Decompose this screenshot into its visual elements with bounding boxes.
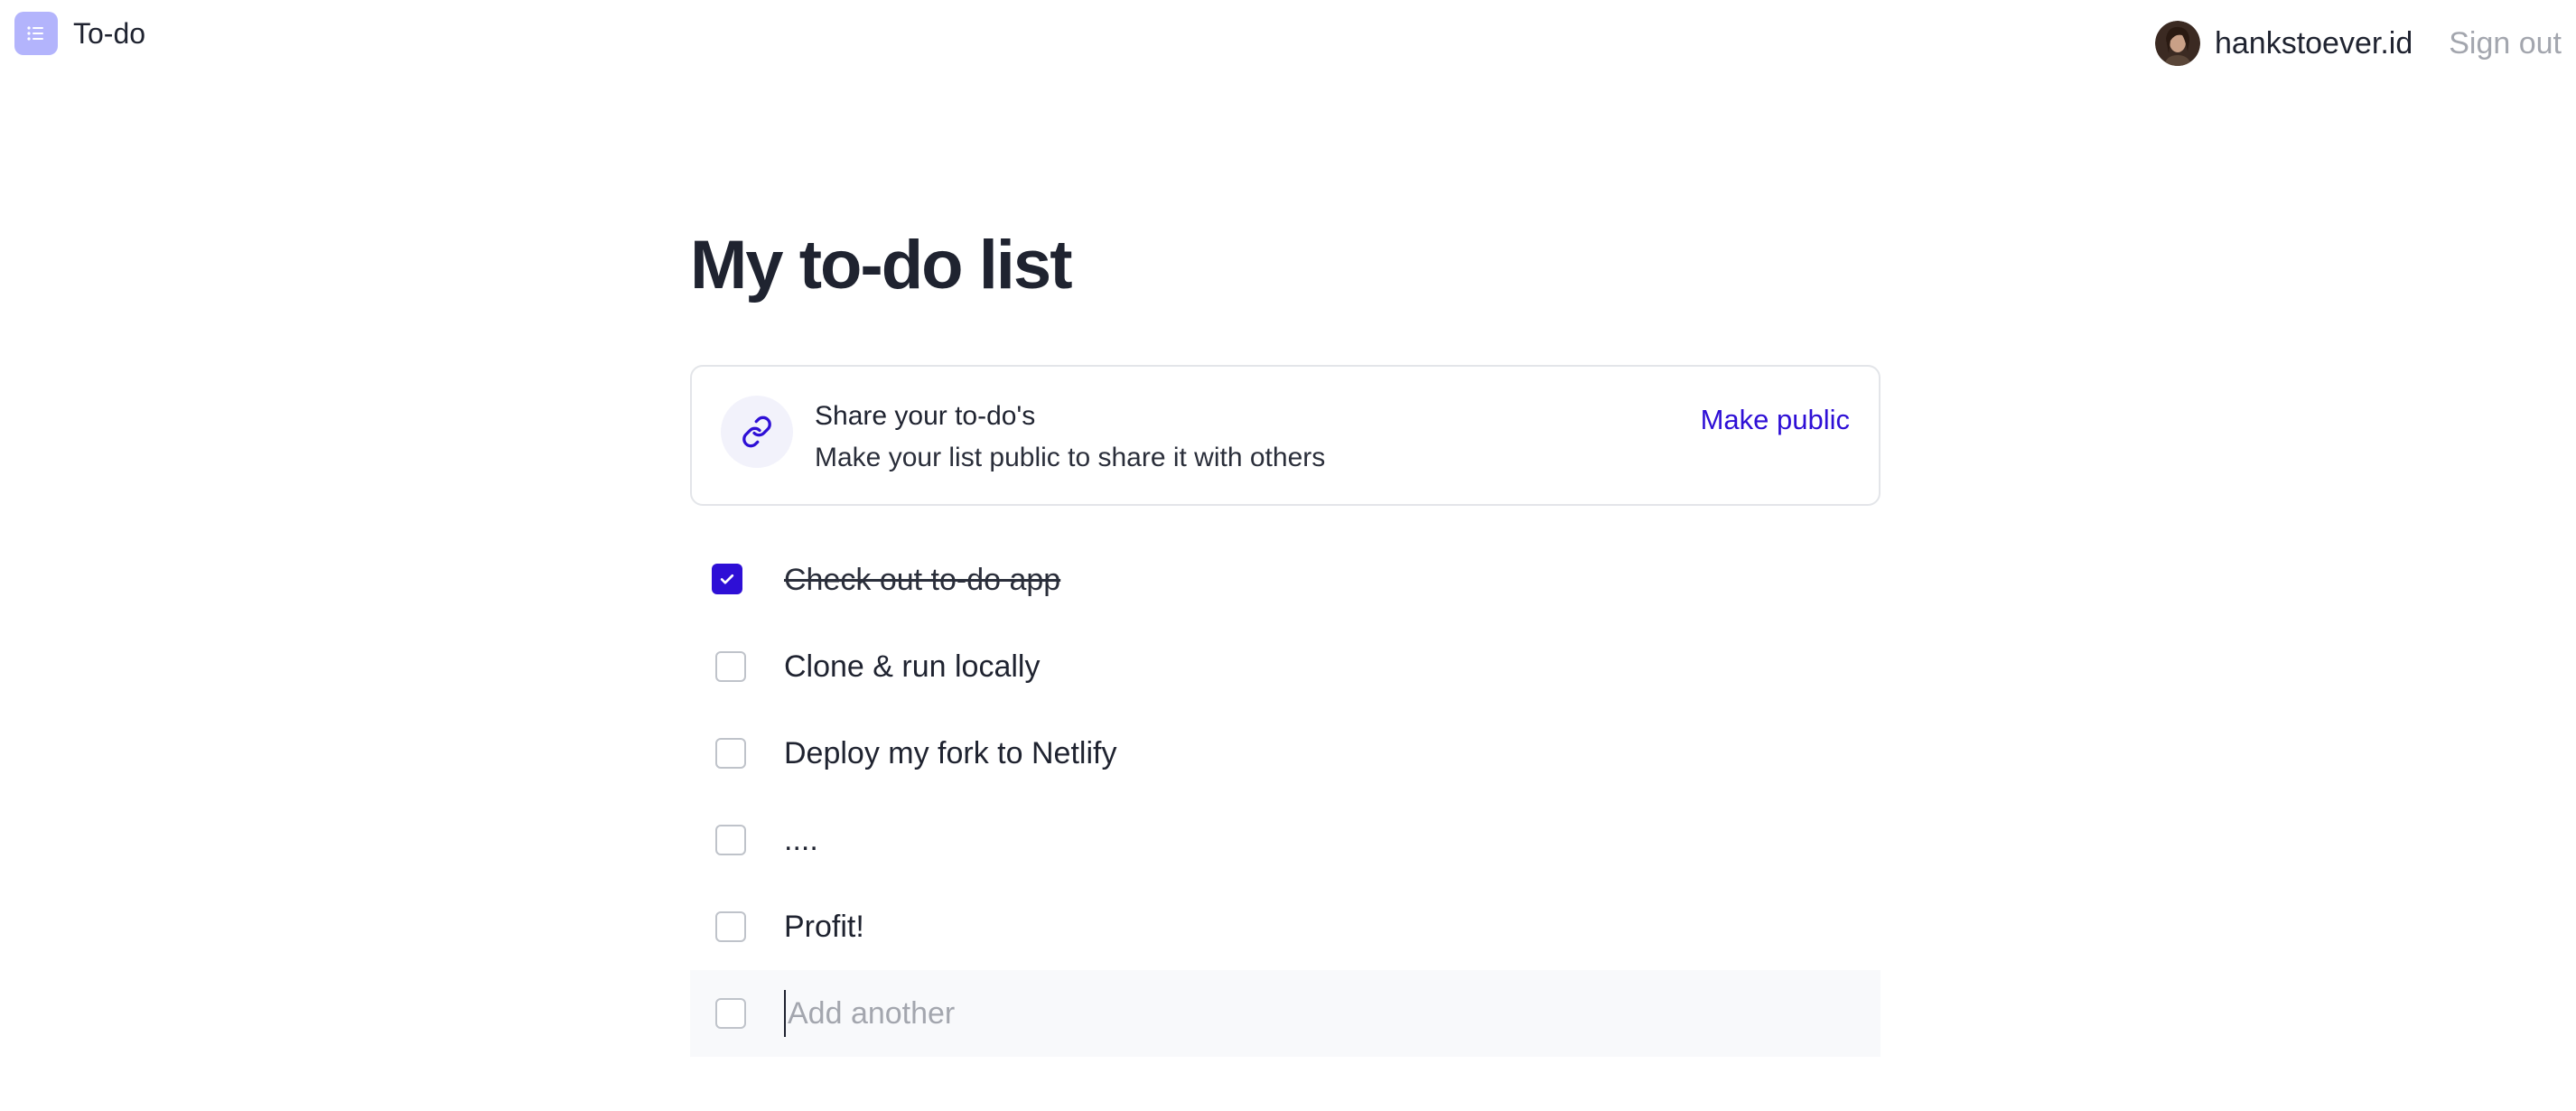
todo-checkbox[interactable] (715, 911, 746, 942)
username[interactable]: hankstoever.id (2215, 26, 2413, 61)
share-card: Share your to-do's Make your list public… (690, 365, 1881, 506)
list-icon (27, 26, 43, 41)
share-card-title: Share your to-do's (815, 401, 1036, 431)
sign-out-button[interactable]: Sign out (2449, 26, 2562, 61)
todo-item: Clone & run locally (690, 623, 1881, 710)
share-icon-circle (721, 396, 793, 468)
add-todo-row (690, 970, 1881, 1057)
app-title[interactable]: To-do (73, 14, 145, 52)
add-todo-checkbox[interactable] (715, 998, 746, 1029)
todo-checkbox[interactable] (715, 651, 746, 682)
todo-text[interactable]: Check out to-do app (784, 560, 1060, 600)
todo-checkbox[interactable] (715, 825, 746, 855)
user-avatar-icon (2154, 21, 2200, 66)
user-area: hankstoever.id Sign out (2154, 20, 2562, 67)
todo-checkbox[interactable] (715, 738, 746, 769)
check-icon (720, 574, 734, 584)
page-title: My to-do list (690, 227, 1073, 303)
link-icon (742, 415, 771, 448)
add-todo-input[interactable] (784, 990, 1826, 1037)
app-logo[interactable] (14, 12, 58, 55)
todo-item: Profit! (690, 883, 1881, 970)
todo-list: Check out to-do app Clone & run locally … (690, 537, 1881, 1057)
make-public-button[interactable]: Make public (1701, 403, 1850, 437)
todo-text[interactable]: .... (784, 820, 818, 860)
share-card-description: Make your list public to share it with o… (815, 443, 1326, 472)
todo-text[interactable]: Profit! (784, 907, 864, 947)
avatar[interactable] (2154, 21, 2200, 66)
todo-item: Check out to-do app (690, 537, 1881, 623)
todo-item: .... (690, 797, 1881, 883)
todo-text[interactable]: Deploy my fork to Netlify (784, 733, 1116, 773)
todo-text[interactable]: Clone & run locally (784, 647, 1040, 686)
todo-checkbox-checked[interactable] (712, 564, 742, 594)
todo-item: Deploy my fork to Netlify (690, 710, 1881, 797)
